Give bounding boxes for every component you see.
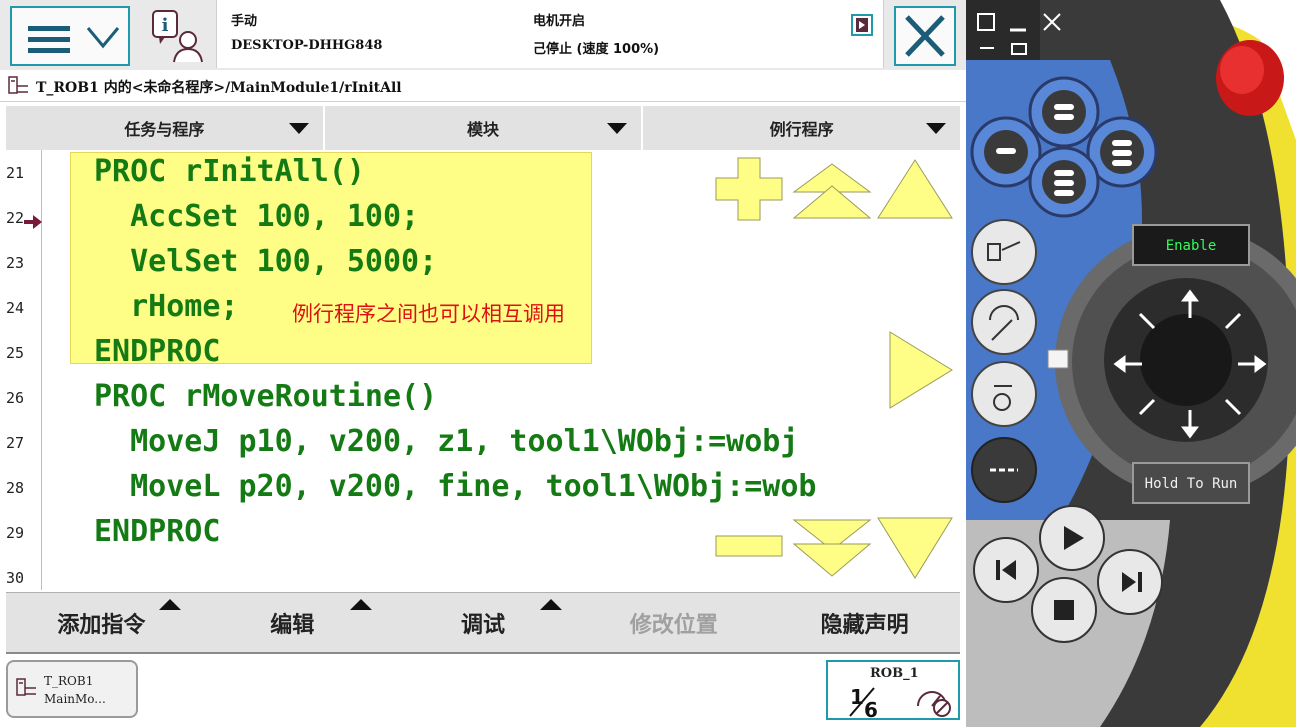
tab-label: 任务与程序 bbox=[124, 120, 205, 139]
dropdown-arrow-icon bbox=[288, 123, 309, 134]
command-bar: 添加指令 编辑 调试 修改位置 隐藏声明 bbox=[6, 592, 960, 654]
zoom-out-icon[interactable] bbox=[714, 534, 784, 558]
hamburger-icon bbox=[28, 26, 70, 59]
annotation-text: 例行程序之间也可以相互调用 bbox=[292, 302, 565, 326]
tab-label: 例行程序 bbox=[769, 120, 834, 139]
dropdown-arrow-icon bbox=[607, 123, 628, 134]
increment-key[interactable] bbox=[971, 361, 1037, 427]
event-flag-icon[interactable] bbox=[851, 14, 873, 36]
page-down-icon[interactable] bbox=[792, 518, 872, 578]
line-number: 22 bbox=[6, 209, 25, 227]
stop-button[interactable] bbox=[1031, 577, 1097, 643]
scroll-up-icon[interactable] bbox=[876, 158, 954, 220]
main-menu-button[interactable] bbox=[10, 6, 130, 66]
menu-up-arrow-icon bbox=[540, 599, 563, 610]
taskbar-program-editor[interactable]: T_ROB1 MainMo... bbox=[6, 660, 138, 718]
pendant-indicator-icon bbox=[1047, 349, 1069, 369]
line-number: 21 bbox=[6, 164, 25, 182]
enable-button[interactable]: Enable bbox=[1132, 224, 1250, 266]
hold-to-run-label: Hold To Run bbox=[1144, 476, 1238, 492]
code-line[interactable]: ENDPROC bbox=[94, 517, 220, 547]
hold-to-run-button[interactable]: Hold To Run bbox=[1132, 462, 1250, 504]
zoom-in-icon[interactable] bbox=[714, 156, 784, 222]
debug-button[interactable]: 调试 bbox=[388, 593, 579, 652]
command-label: 编辑 bbox=[270, 612, 315, 638]
scroll-down-icon[interactable] bbox=[876, 516, 954, 580]
tab-label: 模块 bbox=[467, 120, 500, 139]
edit-button[interactable]: 编辑 bbox=[197, 593, 388, 652]
code-line[interactable]: PROC rInitAll() bbox=[94, 157, 365, 187]
code-editor[interactable]: 21 22 23 24 25 26 27 28 29 30 PROC rInit… bbox=[0, 150, 966, 590]
modify-position-button: 修改位置 bbox=[578, 593, 769, 652]
custom-key[interactable] bbox=[971, 437, 1037, 503]
hide-declarations-button[interactable]: 隐藏声明 bbox=[769, 593, 960, 652]
tab-routines[interactable]: 例行程序 bbox=[643, 106, 960, 150]
quickset-button[interactable]: ROB_1 1 6 bbox=[826, 660, 960, 720]
line-number: 24 bbox=[6, 299, 25, 317]
emergency-stop-button[interactable] bbox=[1216, 40, 1284, 116]
motion-mode-key[interactable] bbox=[971, 289, 1037, 355]
scroll-right-icon[interactable] bbox=[888, 330, 954, 410]
program-editor-icon bbox=[16, 678, 36, 696]
play-button[interactable] bbox=[1039, 505, 1105, 571]
svg-text:1: 1 bbox=[850, 685, 864, 709]
code-line[interactable]: MoveL p20, v200, fine, tool1\WObj:=wob bbox=[94, 472, 816, 502]
command-label: 隐藏声明 bbox=[820, 612, 909, 638]
line-number: 26 bbox=[6, 389, 25, 407]
tab-modules[interactable]: 模块 bbox=[325, 106, 644, 150]
enable-label: Enable bbox=[1165, 238, 1217, 254]
command-label: 修改位置 bbox=[629, 612, 718, 638]
flexpendant-screen: i 手动 DESKTOP-DHHG848 电机开启 己停止 (速度 100%) bbox=[0, 0, 966, 727]
add-instruction-button[interactable]: 添加指令 bbox=[6, 593, 197, 652]
tab-tasks-programs[interactable]: 任务与程序 bbox=[6, 106, 325, 150]
code-line[interactable]: PROC rMoveRoutine() bbox=[94, 382, 437, 412]
taskbar-task-name: T_ROB1 bbox=[44, 674, 94, 688]
code-line[interactable]: rHome; bbox=[94, 292, 238, 322]
code-line[interactable]: MoveJ p10, v200, z1, tool1\WObj:=wobj bbox=[94, 427, 798, 457]
line-number: 30 bbox=[6, 569, 25, 587]
menu-up-arrow-icon bbox=[158, 599, 181, 610]
close-button[interactable] bbox=[894, 6, 956, 66]
close-icon bbox=[905, 15, 945, 57]
task-fraction: 1 6 bbox=[849, 685, 878, 718]
operating-mode: 手动 bbox=[231, 14, 258, 29]
breadcrumb: T_ROB1 内的<未命名程序>/MainModule1/rInitAll bbox=[0, 70, 966, 102]
program-pointer-icon bbox=[24, 215, 42, 229]
step-back-button[interactable] bbox=[973, 537, 1039, 603]
line-number: 23 bbox=[6, 254, 25, 272]
speed-gauge-icon bbox=[917, 691, 951, 717]
controller-name: DESKTOP-DHHG848 bbox=[231, 38, 383, 53]
line-number: 25 bbox=[6, 344, 25, 362]
top-bar: i 手动 DESKTOP-DHHG848 电机开启 己停止 (速度 100%) bbox=[0, 0, 966, 70]
code-line[interactable]: ENDPROC bbox=[94, 337, 220, 367]
line-number: 29 bbox=[6, 524, 25, 542]
mechanical-unit-key[interactable] bbox=[971, 219, 1037, 285]
step-forward-button[interactable] bbox=[1097, 549, 1163, 615]
taskbar-module-name: MainMo... bbox=[44, 692, 106, 706]
line-number: 27 bbox=[6, 434, 25, 452]
page-up-icon[interactable] bbox=[792, 162, 872, 220]
code-line[interactable]: AccSet 100, 100; bbox=[94, 202, 419, 232]
dropdown-arrow-icon bbox=[926, 123, 947, 134]
line-number: 28 bbox=[6, 479, 25, 497]
motor-status: 电机开启 bbox=[533, 14, 586, 29]
command-label: 调试 bbox=[460, 612, 505, 638]
chevron-down-icon bbox=[86, 27, 120, 49]
code-line[interactable]: VelSet 100, 5000; bbox=[94, 247, 437, 277]
status-panel[interactable]: 手动 DESKTOP-DHHG848 电机开启 己停止 (速度 100%) bbox=[216, 0, 884, 68]
svg-text:i: i bbox=[162, 15, 169, 36]
editor-tabs: 任务与程序 模块 例行程序 bbox=[6, 106, 960, 150]
routine-path: T_ROB1 内的<未命名程序>/MainModule1/rInitAll bbox=[36, 80, 402, 96]
command-label: 添加指令 bbox=[57, 612, 146, 638]
program-editor-icon bbox=[8, 76, 28, 94]
svg-text:6: 6 bbox=[864, 698, 878, 718]
menu-up-arrow-icon bbox=[349, 599, 372, 610]
run-status: 己停止 (速度 100%) bbox=[533, 42, 660, 57]
joystick[interactable] bbox=[1104, 278, 1268, 442]
pendant-hardware bbox=[966, 0, 1296, 727]
robot-name: ROB_1 bbox=[870, 666, 919, 681]
operator-info-icon[interactable]: i bbox=[150, 8, 206, 64]
flag-icon bbox=[856, 18, 868, 32]
